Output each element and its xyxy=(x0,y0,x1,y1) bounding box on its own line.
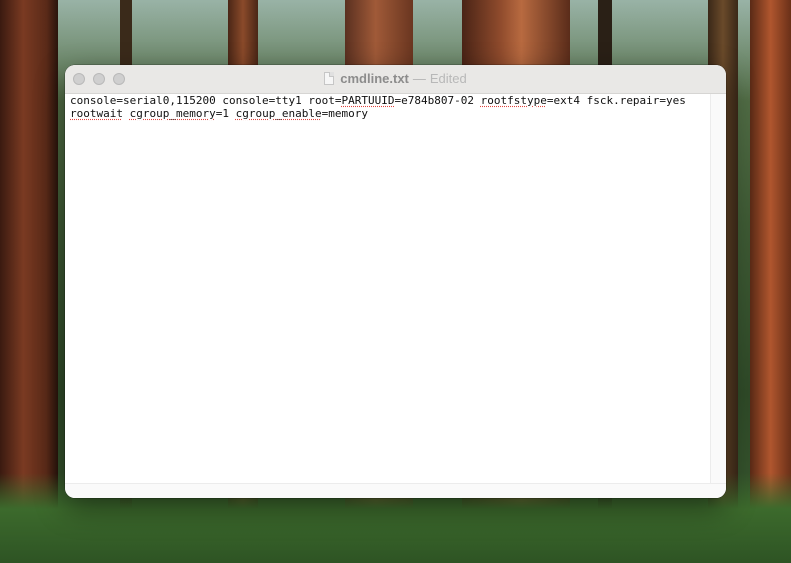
text-line-2: rootwait cgroup_memory=1 cgroup_enable=m… xyxy=(70,107,706,120)
misspelled-word: cgroup_memory xyxy=(129,107,216,120)
text-segment xyxy=(123,107,130,120)
misspelled-word: PARTUUID xyxy=(341,94,395,107)
title-separator: — xyxy=(412,71,426,86)
misspelled-word: rootfstype xyxy=(480,94,547,107)
misspelled-word: rootwait xyxy=(70,107,123,120)
horizontal-scrollbar[interactable] xyxy=(65,483,726,498)
text-segment: console=serial0,115200 console=tty1 root… xyxy=(70,94,342,107)
text-segment: =ext4 fsck.repair=yes xyxy=(546,94,686,107)
title-bar[interactable]: cmdline.txt — Edited xyxy=(65,65,726,94)
textedit-window: cmdline.txt — Edited console=serial0,11520… xyxy=(65,65,726,498)
text-segment: =e784b807-02 xyxy=(394,94,481,107)
text-line-1: console=serial0,115200 console=tty1 root… xyxy=(70,94,706,107)
document-icon[interactable] xyxy=(324,72,335,85)
file-name[interactable]: cmdline.txt xyxy=(340,71,409,86)
window-title: cmdline.txt — Edited xyxy=(65,71,726,87)
edited-status[interactable]: Edited xyxy=(430,71,467,86)
vertical-scrollbar[interactable] xyxy=(710,94,726,484)
text-segment: =1 xyxy=(215,107,236,120)
text-editor-area[interactable]: console=serial0,115200 console=tty1 root… xyxy=(65,94,711,484)
misspelled-word: cgroup_enable xyxy=(235,107,322,120)
text-segment: =memory xyxy=(321,107,369,120)
